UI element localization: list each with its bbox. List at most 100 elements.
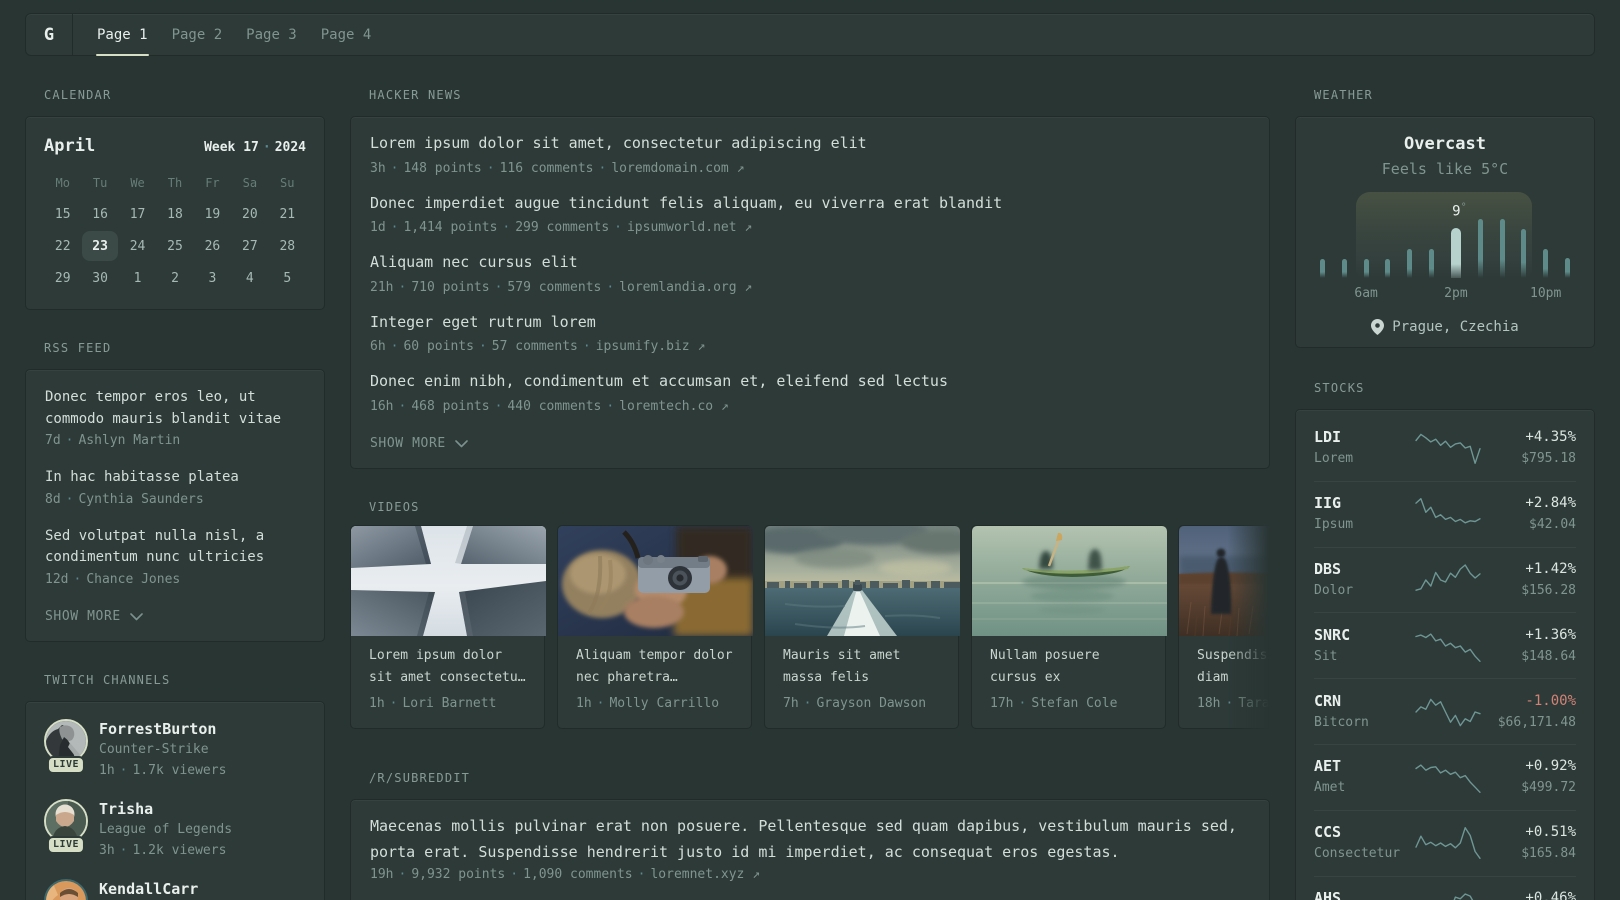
calendar-day[interactable]: 24 bbox=[119, 230, 156, 262]
video-card[interactable]: Nullam posuere cursus ex 17h · Stefan Cole bbox=[971, 524, 1167, 729]
calendar-day[interactable]: 15 bbox=[44, 198, 81, 230]
stock-row[interactable]: LDI Lorem +4.35% $795.18 bbox=[1314, 415, 1576, 481]
video-card[interactable]: Mauris sit amet massa felis 7h · Grayson Daw… bbox=[764, 524, 960, 729]
hackernews-item-title[interactable]: Donec imperdiet augue tincidunt felis al… bbox=[370, 192, 1250, 215]
calendar-day[interactable]: 5 bbox=[269, 262, 306, 294]
video-title[interactable]: Lorem ipsum dolor sit amet consectetu… bbox=[369, 645, 526, 689]
twitch-channel-name[interactable]: Trisha bbox=[99, 800, 232, 818]
rss-item[interactable]: Donec tempor eros leo, ut commodo mauris… bbox=[45, 387, 305, 451]
tab-page-3[interactable]: Page 3 bbox=[246, 14, 297, 55]
video-card[interactable]: Aliquam tempor dolor nec pharetra… 1h · Moll… bbox=[557, 524, 753, 729]
calendar-day[interactable]: 19 bbox=[194, 198, 231, 230]
calendar-day[interactable]: 20 bbox=[231, 198, 268, 230]
calendar-day-number: 5 bbox=[283, 270, 292, 286]
calendar-day[interactable]: 26 bbox=[194, 230, 231, 262]
stock-row[interactable]: SNRC Sit +1.36% $148.64 bbox=[1314, 612, 1576, 678]
rss-item-meta: 7d · Ashlyn Martin bbox=[45, 430, 305, 451]
video-thumbnail-concrete-cross-sky[interactable] bbox=[351, 525, 546, 636]
rss-item[interactable]: In hac habitasse platea 8d · Cynthia Saunde… bbox=[45, 467, 305, 510]
external-link[interactable]: loremlandia.org ↗ bbox=[619, 280, 752, 295]
stock-row[interactable]: CCS Consectetur +0.51% $165.84 bbox=[1314, 809, 1576, 876]
calendar-day[interactable]: 3 bbox=[194, 262, 231, 294]
stock-row[interactable]: AET Amet +0.92% $499.72 bbox=[1314, 743, 1576, 810]
calendar-day-selected[interactable]: 23 bbox=[81, 230, 119, 262]
weather-location[interactable]: Prague, Czechia bbox=[1296, 319, 1594, 335]
rss-item-title[interactable]: In hac habitasse platea bbox=[45, 467, 305, 489]
hackernews-item[interactable]: Lorem ipsum dolor sit amet, consectetur … bbox=[370, 132, 1250, 179]
twitch-channel-row[interactable]: KendallCarr bbox=[44, 878, 306, 900]
hackernews-item-title[interactable]: Integer eget rutrum lorem bbox=[370, 311, 1250, 334]
stock-row[interactable]: AHS +0.46% bbox=[1314, 875, 1576, 900]
tab-page-2[interactable]: Page 2 bbox=[172, 14, 223, 55]
stock-row[interactable]: CRN Bitcorn -1.00% $66,171.48 bbox=[1314, 678, 1576, 744]
stock-ticker[interactable]: LDI bbox=[1314, 426, 1412, 448]
calendar-day[interactable]: 22 bbox=[44, 230, 81, 262]
video-title[interactable]: Nullam posuere cursus ex bbox=[990, 645, 1147, 689]
hackernews-item[interactable]: Donec enim nibh, condimentum et accumsan… bbox=[370, 370, 1250, 417]
stock-ticker[interactable]: IIG bbox=[1314, 492, 1412, 514]
video-meta: 17h · Stefan Cole bbox=[990, 693, 1147, 714]
calendar-day[interactable]: 16 bbox=[81, 198, 118, 230]
calendar-day[interactable]: 1 bbox=[119, 262, 156, 294]
stock-ticker[interactable]: CRN bbox=[1314, 690, 1412, 712]
twitch-channel-name[interactable]: KendallCarr bbox=[99, 880, 198, 898]
calendar-day[interactable]: 17 bbox=[119, 198, 156, 230]
hackernews-item[interactable]: Aliquam nec cursus elit 21h · 710 points · 57… bbox=[370, 251, 1250, 298]
twitch-channel-name[interactable]: ForrestBurton bbox=[99, 720, 226, 738]
hackernews-show-more[interactable]: SHOW MORE bbox=[370, 433, 1250, 454]
twitch-channel-row[interactable]: LIVE Trisha League of Legends 3h · 1.2k viewe… bbox=[44, 798, 306, 860]
calendar-day-number: 2 bbox=[171, 270, 179, 286]
tab-page-4[interactable]: Page 4 bbox=[321, 14, 372, 55]
stock-ticker[interactable]: CCS bbox=[1314, 821, 1412, 843]
external-link[interactable]: loremnet.xyz ↗ bbox=[650, 867, 760, 882]
stock-ticker[interactable]: SNRC bbox=[1314, 624, 1412, 646]
external-link[interactable]: ipsumify.biz ↗ bbox=[596, 339, 706, 354]
video-thumbnail-sea-boat-wake-skyline[interactable] bbox=[765, 525, 960, 636]
external-link[interactable]: loremtech.co ↗ bbox=[619, 399, 729, 414]
video-thumbnail-foggy-field-silhouette[interactable] bbox=[1179, 525, 1270, 636]
external-link[interactable]: loremdomain.com ↗ bbox=[611, 161, 744, 176]
stock-ticker[interactable]: DBS bbox=[1314, 558, 1412, 580]
separator-dot: · bbox=[1018, 695, 1027, 711]
video-card[interactable]: Suspendissediam 18h·Tara Walsh bbox=[1178, 524, 1270, 729]
stock-info: IIG Ipsum bbox=[1314, 492, 1412, 536]
hackernews-item[interactable]: Donec imperdiet augue tincidunt felis al… bbox=[370, 192, 1250, 239]
stock-row[interactable]: IIG Ipsum +2.84% $42.04 bbox=[1314, 480, 1576, 547]
hackernews-item-title[interactable]: Lorem ipsum dolor sit amet, consectetur … bbox=[370, 132, 1250, 155]
weather-bar-current bbox=[1450, 228, 1461, 278]
hackernews-item-title[interactable]: Donec enim nibh, condimentum et accumsan… bbox=[370, 370, 1250, 393]
video-title[interactable]: Mauris sit amet massa felis bbox=[783, 645, 940, 689]
calendar-day[interactable]: 2 bbox=[156, 262, 193, 294]
reddit-post-meta-part: 9,932 points bbox=[411, 866, 506, 882]
calendar-day-number: 1 bbox=[133, 270, 142, 286]
twitch-channel-game[interactable]: Counter-Strike bbox=[99, 738, 226, 761]
rss-show-more[interactable]: SHOW MORE bbox=[45, 606, 305, 627]
calendar-day[interactable]: 30 bbox=[81, 262, 118, 294]
video-thumbnail-canoe-on-misty-lake[interactable] bbox=[972, 525, 1167, 636]
video-card[interactable]: Lorem ipsum dolor sit amet consectetu… 1h ·… bbox=[350, 524, 546, 729]
tab-page-1[interactable]: Page 1 bbox=[96, 14, 149, 56]
stock-row[interactable]: DBS Dolor +1.42% $156.28 bbox=[1314, 546, 1576, 613]
stock-ticker[interactable]: AHS bbox=[1314, 887, 1412, 900]
twitch-avatar-container bbox=[44, 878, 88, 900]
hackernews-item[interactable]: Integer eget rutrum lorem 6h · 60 points · 57… bbox=[370, 311, 1250, 358]
video-title[interactable]: Aliquam tempor dolor nec pharetra… bbox=[576, 645, 733, 689]
reddit-post-title[interactable]: Maecenas mollis pulvinar erat non posuer… bbox=[370, 813, 1250, 866]
calendar-day[interactable]: 28 bbox=[269, 230, 306, 262]
calendar-day[interactable]: 18 bbox=[156, 198, 193, 230]
calendar-day[interactable]: 27 bbox=[231, 230, 268, 262]
stock-ticker[interactable]: AET bbox=[1314, 755, 1412, 777]
rss-item-title[interactable]: Donec tempor eros leo, ut commodo mauris… bbox=[45, 387, 305, 430]
hackernews-item-title[interactable]: Aliquam nec cursus elit bbox=[370, 251, 1250, 274]
video-title[interactable]: Suspendissediam bbox=[1197, 645, 1270, 689]
calendar-day[interactable]: 21 bbox=[269, 198, 306, 230]
twitch-channel-row[interactable]: LIVE ForrestBurton Counter-Strike 1h · 1.7k v… bbox=[44, 718, 306, 780]
twitch-channel-game[interactable]: League of Legends bbox=[99, 818, 232, 841]
calendar-day[interactable]: 4 bbox=[231, 262, 268, 294]
video-thumbnail-hands-holding-camera[interactable] bbox=[558, 525, 753, 636]
rss-item[interactable]: Sed volutpat nulla nisl, a condimentum n… bbox=[45, 526, 305, 590]
calendar-day[interactable]: 29 bbox=[44, 262, 81, 294]
rss-item-title[interactable]: Sed volutpat nulla nisl, a condimentum n… bbox=[45, 526, 305, 569]
calendar-day[interactable]: 25 bbox=[156, 230, 193, 262]
external-link[interactable]: ipsumworld.net ↗ bbox=[627, 220, 752, 235]
